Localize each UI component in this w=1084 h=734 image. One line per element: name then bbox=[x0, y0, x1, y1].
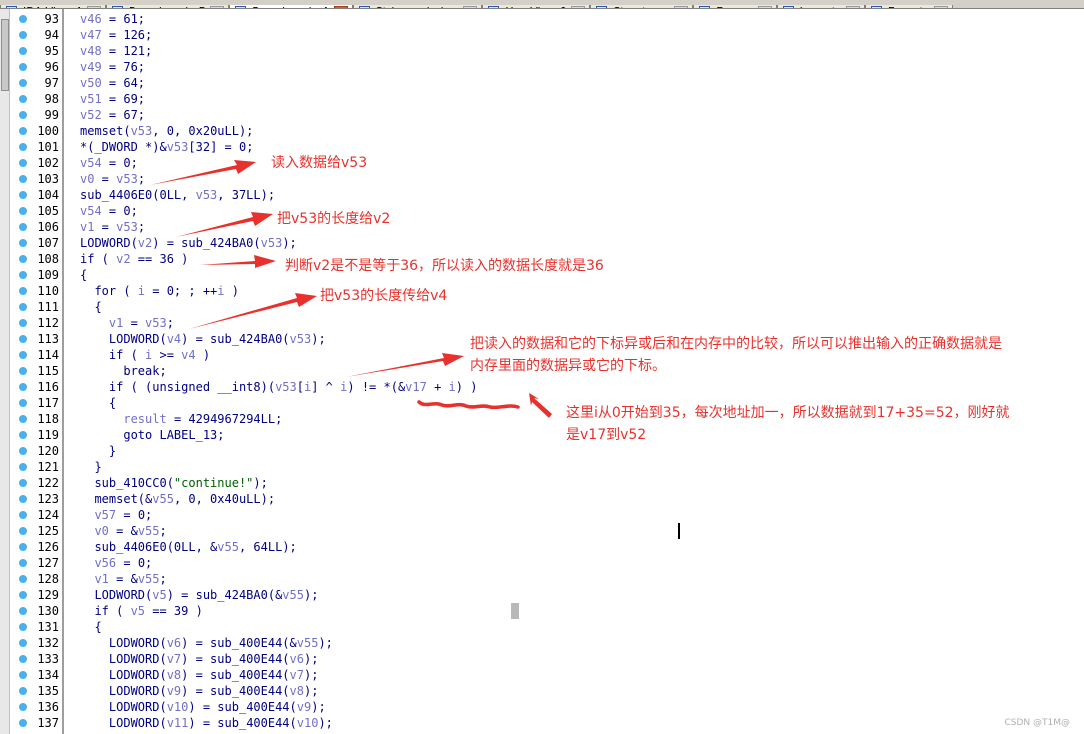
annotation-length-to-v2: 把v53的长度给v2 bbox=[277, 211, 391, 227]
annotation-xor-compare-line1: 把读入的数据和它的下标异或后和在内存中的比较，所以可以推出输入的正确数据就是 bbox=[470, 336, 1002, 352]
watermark: CSDN @T1M@ bbox=[1004, 718, 1070, 728]
annotation-index-range-line1: 这里i从0开始到35，每次地址加一，所以数据就到17+35=52，刚好就 bbox=[566, 405, 1010, 421]
arrow-index-range bbox=[529, 393, 552, 418]
arrow-length-to-v2 bbox=[176, 212, 273, 237]
annotation-index-range-line2: 是v17到v52 bbox=[566, 427, 647, 443]
annotation-length-to-v4: 把v53的长度传给v4 bbox=[320, 288, 448, 304]
arrow-check-length bbox=[200, 255, 276, 268]
annotation-check-length: 判断v2是不是等于36，所以读入的数据长度就是36 bbox=[285, 258, 604, 274]
arrow-xor-compare bbox=[346, 353, 464, 377]
arrow-read-input bbox=[150, 160, 256, 185]
arrow-length-to-v4 bbox=[189, 293, 317, 329]
text-cursor bbox=[678, 523, 680, 539]
annotation-read-input: 读入数据给v53 bbox=[271, 155, 368, 171]
annotation-xor-compare-line2: 内存里面的数据异或它的下标。 bbox=[470, 358, 666, 374]
underline-squiggle bbox=[417, 400, 520, 410]
caret-block bbox=[511, 603, 519, 619]
